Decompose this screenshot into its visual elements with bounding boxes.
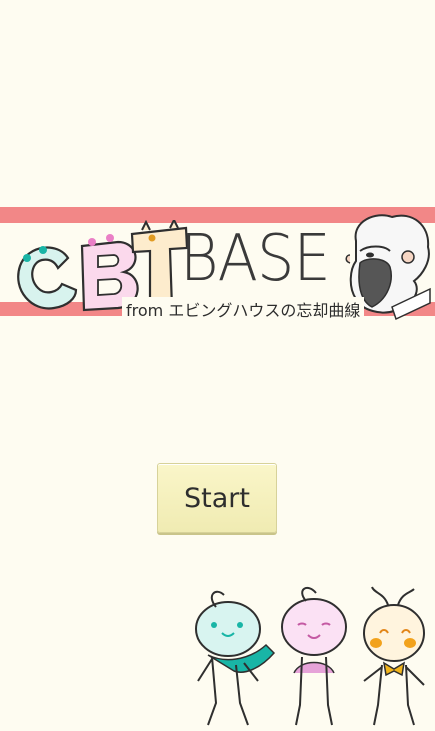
logo-base-text: BASE bbox=[180, 222, 331, 296]
characters-group bbox=[195, 586, 425, 726]
logo-subtitle: from エビングハウスの忘却曲線 bbox=[122, 297, 365, 321]
orange-character-icon bbox=[363, 586, 425, 726]
letter-t-icon bbox=[130, 220, 189, 310]
pink-character-icon bbox=[281, 586, 347, 726]
letter-c-icon bbox=[17, 246, 78, 310]
start-button[interactable]: Start bbox=[157, 463, 277, 533]
teal-character-icon bbox=[195, 590, 276, 726]
logo-banner: BASE from エビングハウスの忘却曲線 bbox=[0, 205, 435, 323]
